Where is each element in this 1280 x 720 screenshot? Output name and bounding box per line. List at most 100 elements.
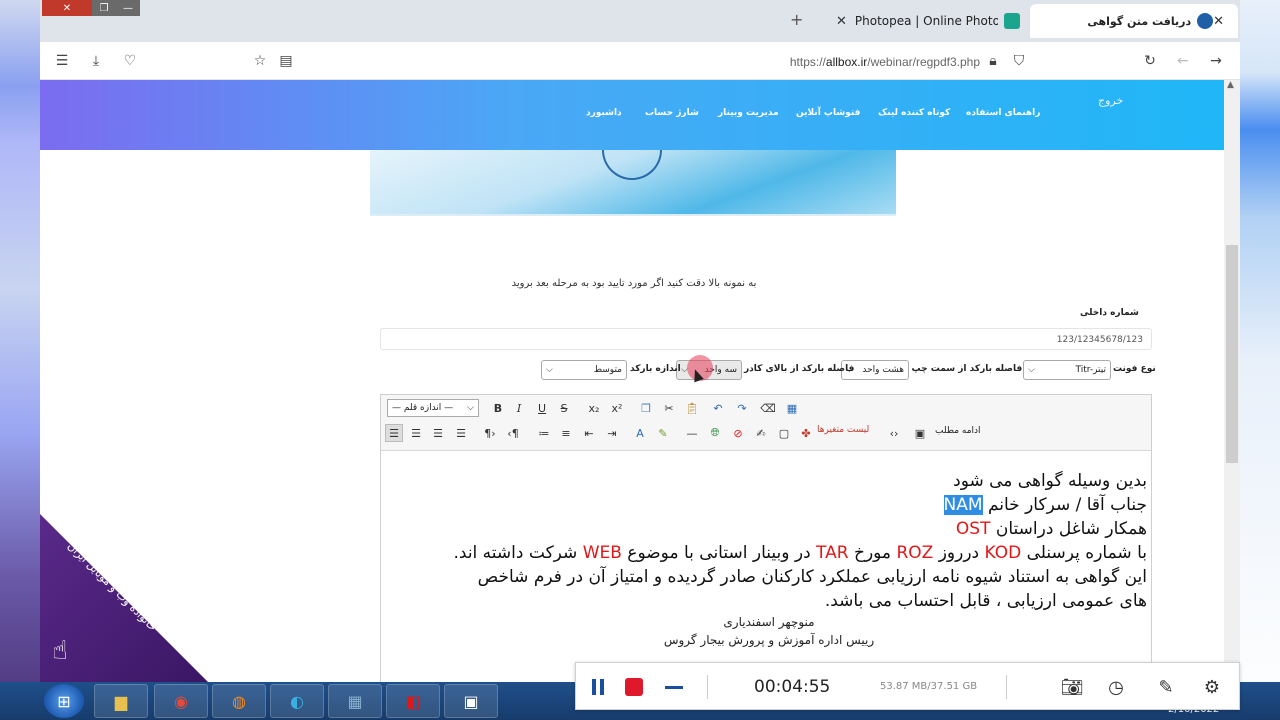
frame-icon[interactable]: ▢ — [775, 424, 793, 442]
nav-item-account-charge[interactable]: شارژ حساب — [645, 108, 699, 118]
internal-number-input[interactable]: 123/12345678/123 — [380, 328, 1152, 350]
outdent-icon[interactable]: ⇤ — [580, 424, 598, 442]
back-icon[interactable]: ← — [1173, 51, 1193, 71]
red-app-icon[interactable]: ◧ — [386, 684, 440, 718]
tab-photopea[interactable]: ✕ Photopea | Online Photo Edito — [830, 6, 1026, 36]
ltr-direction-icon[interactable]: ¶› — [481, 424, 499, 442]
new-tab-icon[interactable]: + — [790, 10, 803, 29]
align-center-button[interactable]: ☰ — [407, 424, 425, 442]
font-size-placeholder: — اندازه قلم — — [392, 403, 454, 413]
separator — [707, 675, 708, 699]
variable-province: OST — [955, 519, 991, 539]
nav-item-photoshop[interactable]: فتوشاپ آنلاین — [796, 108, 860, 118]
site-favicon-icon — [1197, 13, 1214, 29]
pause-icon[interactable] — [586, 675, 610, 699]
reload-icon[interactable]: ↻ — [1140, 51, 1160, 71]
font-size-select[interactable]: — اندازه قلم — ⌵ — [387, 399, 479, 417]
network-tool-icon[interactable]: ▦ — [328, 684, 382, 718]
strikethrough-button[interactable]: S — [555, 399, 573, 417]
nav-item-webinar-management[interactable]: مدیریت وبینار — [718, 108, 779, 118]
settings-gear-icon[interactable]: ⚙ — [1200, 675, 1224, 699]
edit-content-icon[interactable]: ▣ — [911, 424, 929, 442]
bullet-list-icon[interactable]: ≡ — [557, 424, 575, 442]
tab-title: دریافت متن گواهی — [1087, 14, 1192, 28]
variable-code: KOD — [984, 543, 1022, 563]
timer-icon[interactable]: ◷ — [1104, 675, 1128, 699]
edge-icon[interactable]: ◐ — [270, 684, 324, 718]
cert-text: همکار شاغل دراستان — [990, 519, 1147, 539]
redo-icon[interactable]: ↷ — [733, 399, 751, 417]
source-code-icon[interactable]: ‹› — [885, 424, 903, 442]
camera-icon[interactable]: 📷︎ — [1060, 675, 1084, 699]
bold-button[interactable]: B — [489, 399, 507, 417]
align-justify-button[interactable]: ☰ — [452, 424, 470, 442]
stop-icon[interactable] — [622, 675, 646, 699]
nav-item-dashboard[interactable]: داشبورد — [586, 108, 622, 118]
file-explorer-icon[interactable]: ▆ — [94, 684, 148, 718]
barcode-size-select[interactable]: ⌵ متوسط — [541, 360, 627, 380]
text-color-icon[interactable]: A — [631, 424, 649, 442]
rtl-direction-icon[interactable]: ‹¶ — [504, 424, 522, 442]
start-button-icon[interactable]: ⊞ — [44, 684, 84, 718]
subscript-button[interactable]: x₂ — [585, 399, 603, 417]
copy-icon[interactable]: ❐ — [637, 399, 655, 417]
scroll-up-icon[interactable]: ▲ — [1227, 80, 1234, 90]
window-minimize-button[interactable]: — — [116, 0, 140, 16]
superscript-button[interactable]: x² — [608, 399, 626, 417]
url-prefix: https:// — [789, 55, 826, 69]
variable-date: TAR — [816, 543, 849, 563]
shield-icon[interactable]: ⛉ — [1009, 51, 1029, 71]
editor-toolbar: — اندازه قلم — ⌵ B I U S x₂ x² ❐ ✂ 📋︎ ↶ … — [381, 395, 1151, 451]
underline-button[interactable]: U — [533, 399, 551, 417]
unlink-icon[interactable]: ⊘ — [729, 424, 747, 442]
indent-icon[interactable]: ⇥ — [603, 424, 621, 442]
variable-day: ROZ — [896, 543, 934, 563]
numbered-list-icon[interactable]: ≔ — [535, 424, 553, 442]
table-icon[interactable]: ▦ — [783, 399, 801, 417]
plugin-icon[interactable]: ✤ — [797, 424, 815, 442]
address-bar[interactable]: https://allbox.ir/webinar/regpdf3.php — [760, 52, 980, 72]
firefox-icon[interactable]: ◍ — [212, 684, 266, 718]
pocket-icon[interactable]: ♡ — [120, 51, 140, 71]
desktop-right-background — [1240, 0, 1280, 720]
reader-view-icon[interactable]: ▤ — [276, 51, 296, 71]
nav-item-guide[interactable]: راهنمای استفاده — [966, 108, 1040, 118]
eraser-icon[interactable]: ⌫ — [759, 399, 777, 417]
scrollbar-thumb[interactable] — [1226, 245, 1238, 463]
download-icon[interactable]: ⤓ — [86, 51, 106, 71]
recording-time: 00:04:55 — [754, 677, 831, 697]
draw-icon[interactable]: ✎ — [1154, 675, 1178, 699]
chrome-icon[interactable]: ◉ — [154, 684, 208, 718]
align-left-button[interactable]: ☰ — [385, 424, 403, 442]
variables-list-button[interactable]: لیست متغیرها — [817, 425, 869, 435]
tab-close-icon[interactable]: ✕ — [836, 14, 847, 29]
font-type-select[interactable]: ⌵ Titr-تیتر — [1023, 360, 1111, 380]
continue-reading-button[interactable]: ادامه مطلب — [935, 426, 981, 436]
menu-icon[interactable]: ☰ — [52, 51, 72, 71]
tab-certificate[interactable]: دریافت متن گواهی ✕ — [1030, 4, 1238, 38]
paste-icon[interactable]: 📋︎ — [683, 399, 701, 417]
align-right-button[interactable]: ☰ — [429, 424, 447, 442]
minimize-icon[interactable] — [662, 675, 686, 699]
cut-icon[interactable]: ✂ — [660, 399, 678, 417]
photopea-favicon-icon — [1004, 13, 1020, 29]
horizontal-rule-icon[interactable]: — — [683, 424, 701, 442]
tab-close-icon[interactable]: ✕ — [1213, 14, 1224, 29]
edit-icon[interactable]: ✍ — [752, 424, 770, 442]
nav-item-link-shortener[interactable]: کوتاه کننده لینک — [878, 108, 950, 118]
page-scrollbar[interactable]: ▲ — [1224, 80, 1240, 720]
screen-recorder-app-icon[interactable]: ▣ — [444, 684, 498, 718]
lock-icon[interactable]: 🔒︎ — [983, 51, 1003, 71]
link-icon[interactable]: 🌐︎ — [706, 424, 724, 442]
italic-button[interactable]: I — [510, 399, 528, 417]
window-close-button[interactable]: ✕ — [42, 0, 92, 16]
window-restore-button[interactable]: ❐ — [92, 0, 116, 16]
bookmark-star-icon[interactable]: ☆ — [250, 51, 270, 71]
highlight-icon[interactable]: ✎ — [654, 424, 672, 442]
undo-icon[interactable]: ↶ — [709, 399, 727, 417]
instruction-text: به نمونه بالا دقت کنید اگر مورد تایید بو… — [511, 278, 757, 289]
left-margin-value: هشت واحد — [862, 365, 904, 375]
forward-icon[interactable]: → — [1206, 51, 1226, 71]
logout-link[interactable]: خروج — [1098, 94, 1123, 107]
cert-line-2: جناب آقا / سرکار خانم NAM — [391, 493, 1147, 517]
